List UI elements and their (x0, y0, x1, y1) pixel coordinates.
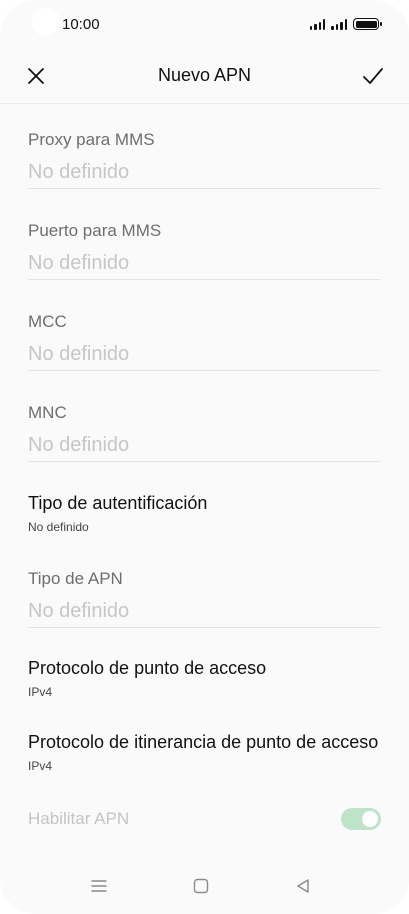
setting-label: Habilitar APN (28, 809, 130, 828)
setting-auth-type[interactable]: Tipo de autentificación No definido (28, 492, 389, 535)
close-button[interactable] (24, 64, 48, 88)
field-divider (28, 279, 381, 280)
setting-value: No definido (28, 520, 89, 534)
field-label: Proxy para MMS (28, 130, 155, 149)
phone-screen: 10:00 Nuevo APN Proxy para MMS No defini… (0, 0, 409, 914)
status-bar: 10:00 (0, 0, 409, 48)
status-icons (309, 18, 382, 30)
field-mnc[interactable]: MNC No definido (28, 402, 381, 462)
menu-icon (91, 880, 107, 892)
mnc-input[interactable]: No definido (28, 432, 381, 458)
setting-label: Tipo de autentificación (28, 493, 208, 513)
toggle-knob (362, 811, 378, 827)
apn-type-input[interactable]: No definido (28, 598, 381, 624)
field-mms-proxy[interactable]: Proxy para MMS No definido (28, 129, 381, 189)
field-label: Tipo de APN (28, 569, 123, 588)
setting-value: IPv4 (28, 685, 53, 699)
battery-icon (353, 18, 382, 30)
setting-enable-apn: Habilitar APN (28, 806, 381, 832)
mcc-input[interactable]: No definido (28, 341, 381, 367)
field-mms-port[interactable]: Puerto para MMS No definido (28, 220, 381, 280)
confirm-button[interactable] (361, 64, 385, 88)
setting-label: Protocolo de punto de acceso (28, 658, 267, 678)
signal-icon-secondary (331, 18, 347, 30)
home-icon (193, 878, 209, 894)
navigation-bar (0, 858, 409, 914)
setting-value: IPv4 (28, 759, 53, 773)
home-button[interactable] (191, 876, 211, 896)
back-button[interactable] (293, 876, 313, 896)
camera-cutout (32, 8, 60, 36)
field-label: MCC (28, 312, 67, 331)
field-label: Puerto para MMS (28, 221, 162, 240)
field-divider (28, 370, 381, 371)
recent-apps-button[interactable] (89, 876, 109, 896)
setting-protocol[interactable]: Protocolo de punto de acceso IPv4 (28, 657, 389, 700)
page-title: Nuevo APN (157, 65, 252, 85)
mms-port-input[interactable]: No definido (28, 250, 381, 276)
enable-apn-toggle[interactable] (341, 808, 381, 830)
mms-proxy-input[interactable]: No definido (28, 159, 381, 185)
check-icon (363, 68, 383, 84)
field-divider (28, 461, 381, 462)
status-time: 10:00 (62, 15, 100, 33)
field-label: MNC (28, 403, 67, 422)
setting-roaming-protocol[interactable]: Protocolo de itinerancia de punto de acc… (28, 731, 389, 774)
field-apn-type[interactable]: Tipo de APN No definido (28, 568, 381, 628)
setting-label: Protocolo de itinerancia de punto de acc… (28, 732, 379, 752)
back-icon (297, 879, 309, 893)
field-divider (28, 188, 381, 189)
signal-icon (309, 18, 326, 30)
close-icon (28, 68, 44, 84)
field-mcc[interactable]: MCC No definido (28, 311, 381, 371)
app-bar: Nuevo APN (0, 48, 409, 104)
field-divider (28, 627, 381, 628)
